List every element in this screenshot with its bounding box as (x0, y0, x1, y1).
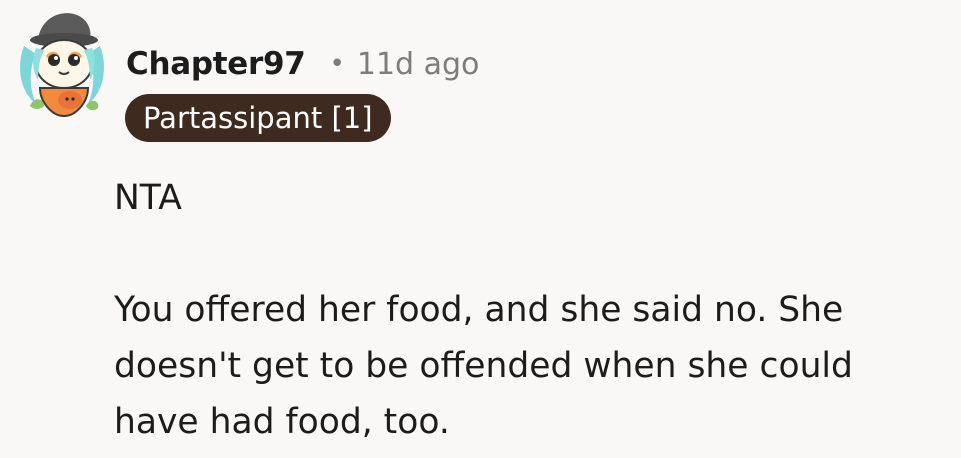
meta-separator: • (329, 49, 345, 79)
comment-paragraph: You offered her food, and she said no. S… (114, 290, 853, 442)
comment-body: NTA You offered her food, and she said n… (114, 170, 944, 450)
comment: Chapter97 • 11d ago Partassipant [1] NTA… (0, 0, 961, 458)
user-avatar-icon[interactable] (14, 6, 110, 126)
comment-meta: Chapter97 • 11d ago (126, 42, 479, 86)
user-flair-badge: Partassipant [1] (125, 94, 391, 142)
comment-paragraph: NTA (114, 178, 182, 218)
timestamp-link[interactable]: 11d ago (357, 47, 480, 82)
username-link[interactable]: Chapter97 (126, 46, 306, 82)
